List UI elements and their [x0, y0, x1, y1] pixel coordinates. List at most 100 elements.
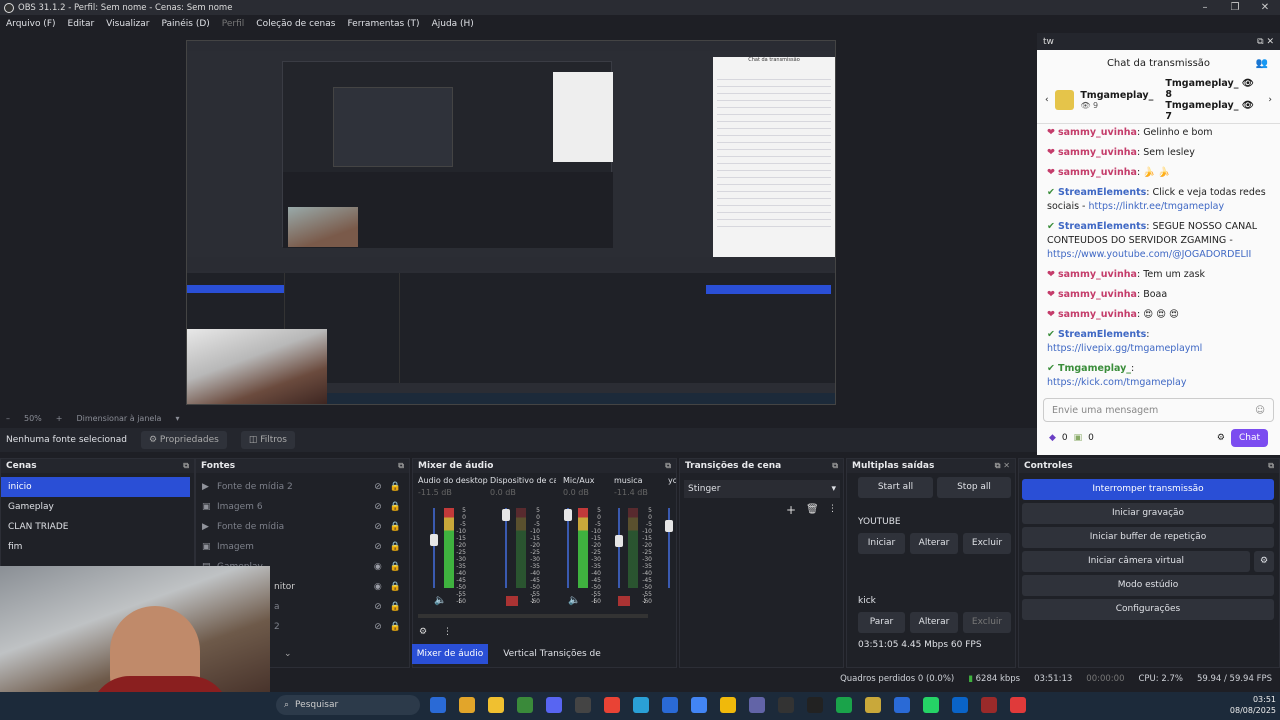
source-item[interactable]: ▶ Fonte de mídia 2 ⊘ 🔒: [196, 477, 409, 497]
menu-profile[interactable]: Perfil: [222, 19, 245, 29]
fader-knob[interactable]: [665, 520, 673, 532]
taskbar-app-icon[interactable]: [836, 697, 852, 713]
taskbar-app-icon[interactable]: [575, 697, 591, 713]
chevron-down-icon[interactable]: ▾: [175, 414, 179, 423]
program-preview[interactable]: Chat da transmissão: [186, 40, 836, 405]
youtube-edit-button[interactable]: Alterar: [910, 533, 958, 554]
taskbar-app-icon[interactable]: [662, 697, 678, 713]
volume-fader[interactable]: [433, 508, 435, 588]
kick-delete-button[interactable]: Excluir: [963, 612, 1011, 633]
tab-vertical-transitions[interactable]: Vertical Transições de cena: [492, 644, 612, 679]
chat-link[interactable]: https://linktr.ee/tmgameplay: [1089, 201, 1225, 212]
undock-icon[interactable]: ⧉: [832, 461, 838, 471]
chat-message-list[interactable]: ❤ sammy_uvinha: Gelinho e bom ❤ sammy_uvi…: [1037, 124, 1280, 394]
youtube-start-button[interactable]: Iniciar: [858, 533, 905, 554]
mixer-scrollbar[interactable]: [418, 614, 648, 618]
lock-icon[interactable]: 🔒: [390, 582, 401, 592]
undock-icon[interactable]: ⧉: [398, 461, 404, 471]
zoom-in-icon[interactable]: +: [56, 414, 63, 423]
taskbar-app-icon[interactable]: [720, 697, 736, 713]
chat-link[interactable]: https://livepix.gg/tmgameplayml: [1047, 343, 1202, 354]
eye-off-icon[interactable]: ⊘: [374, 602, 382, 612]
scene-item-fim[interactable]: fim: [1, 537, 190, 557]
menu-docks[interactable]: Painéis (D): [161, 19, 209, 29]
taskbar-app-icon[interactable]: [865, 697, 881, 713]
chevron-left-icon[interactable]: ‹: [1045, 95, 1049, 105]
scene-item-gameplay[interactable]: Gameplay: [1, 497, 190, 517]
undock-icon[interactable]: ⧉: [665, 461, 671, 471]
kebab-menu-icon[interactable]: ⋮: [640, 595, 649, 605]
start-all-button[interactable]: Start all: [858, 477, 933, 498]
taskbar-app-icon[interactable]: [1010, 697, 1026, 713]
chat-input[interactable]: Envie uma mensagem ☺: [1043, 398, 1274, 422]
kebab-menu-icon[interactable]: ⋮: [590, 595, 599, 605]
gear-link-icon[interactable]: ⚙: [419, 627, 427, 637]
kebab-menu-icon[interactable]: ⋮: [528, 595, 537, 605]
eye-off-icon[interactable]: ⊘: [374, 542, 382, 552]
filters-button[interactable]: ◫ Filtros: [240, 431, 295, 449]
zoom-mode[interactable]: Dimensionar à janela: [76, 414, 161, 423]
chat-send-button[interactable]: Chat: [1230, 429, 1268, 447]
eye-icon[interactable]: ◉: [374, 582, 382, 592]
muted-speaker-icon[interactable]: [618, 596, 630, 606]
scene-item-clan-triade[interactable]: CLAN TRIADE: [1, 517, 190, 537]
eye-off-icon[interactable]: ⊘: [374, 522, 382, 532]
speaker-icon[interactable]: 🔈: [568, 595, 580, 606]
add-icon[interactable]: +: [786, 503, 796, 517]
taskbar-app-icon[interactable]: [894, 697, 910, 713]
start-replay-buffer-button[interactable]: Iniciar buffer de repetição: [1022, 527, 1274, 548]
emoji-icon[interactable]: ☺: [1255, 405, 1265, 416]
lock-icon[interactable]: 🔒: [390, 562, 401, 572]
lock-icon[interactable]: 🔒: [390, 502, 401, 512]
kick-edit-button[interactable]: Alterar: [910, 612, 958, 633]
eye-icon[interactable]: ◉: [374, 562, 382, 572]
undock-icon[interactable]: ⧉: [1268, 461, 1274, 471]
menu-file[interactable]: Arquivo (F): [6, 19, 56, 29]
clock[interactable]: 03:51 08/08/2025: [1220, 694, 1276, 716]
taskbar-app-icon[interactable]: [517, 697, 533, 713]
menu-tools[interactable]: Ferramentas (T): [347, 19, 419, 29]
menu-scene-collection[interactable]: Coleção de cenas: [256, 19, 335, 29]
menu-view[interactable]: Visualizar: [106, 19, 149, 29]
lock-icon[interactable]: 🔒: [390, 482, 401, 492]
start-virtual-camera-button[interactable]: Iniciar câmera virtual: [1022, 551, 1250, 572]
eye-off-icon[interactable]: ⊘: [374, 482, 382, 492]
chat-link[interactable]: https://www.youtube.com/@JOGADORDELII: [1047, 249, 1251, 260]
fader-knob[interactable]: [502, 509, 510, 521]
source-item[interactable]: ▣ Imagem ⊘ 🔒: [196, 537, 409, 557]
taskbar-app-icon[interactable]: [981, 697, 997, 713]
taskbar-search[interactable]: ⌕ Pesquisar: [276, 695, 420, 715]
chevron-down-icon[interactable]: ⌄: [284, 649, 292, 659]
properties-button[interactable]: ⚙ Propriedades: [140, 431, 227, 449]
taskbar-app-icon[interactable]: [952, 697, 968, 713]
settings-button[interactable]: Configurações: [1022, 599, 1274, 620]
studio-mode-button[interactable]: Modo estúdio: [1022, 575, 1274, 596]
fader-knob[interactable]: [615, 535, 623, 547]
lock-icon[interactable]: 🔒: [390, 602, 401, 612]
close-icon[interactable]: ⧉ ✕: [1257, 37, 1274, 47]
gear-icon[interactable]: ⚙: [1217, 433, 1225, 443]
menu-edit[interactable]: Editar: [68, 19, 95, 29]
undock-icon[interactable]: ⧉: [183, 461, 189, 471]
youtube-delete-button[interactable]: Excluir: [963, 533, 1011, 554]
speaker-icon[interactable]: 🔈: [434, 595, 446, 606]
virtual-camera-settings-gear-icon[interactable]: ⚙: [1254, 551, 1274, 572]
lock-icon[interactable]: 🔒: [390, 542, 401, 552]
minimize-icon[interactable]: –: [1190, 0, 1220, 15]
taskbar-app-icon[interactable]: [430, 697, 446, 713]
close-icon[interactable]: ✕: [1250, 0, 1280, 15]
taskbar-app-icon[interactable]: [488, 697, 504, 713]
taskbar-app-icon[interactable]: [633, 697, 649, 713]
eye-off-icon[interactable]: ⊘: [374, 502, 382, 512]
tab-audio-mixer[interactable]: Mixer de áudio: [412, 644, 488, 664]
taskbar-app-icon[interactable]: [459, 697, 475, 713]
taskbar-app-icon[interactable]: [778, 697, 794, 713]
muted-speaker-icon[interactable]: [506, 596, 518, 606]
lock-icon[interactable]: 🔒: [390, 522, 401, 532]
trash-icon[interactable]: 🗑: [806, 504, 819, 515]
volume-fader[interactable]: [618, 508, 620, 588]
source-item[interactable]: ▣ Imagem 6 ⊘ 🔒: [196, 497, 409, 517]
kebab-menu-icon[interactable]: ⋮: [443, 627, 452, 637]
taskbar-app-icon[interactable]: [807, 697, 823, 713]
chevron-right-icon[interactable]: ›: [1268, 95, 1272, 105]
